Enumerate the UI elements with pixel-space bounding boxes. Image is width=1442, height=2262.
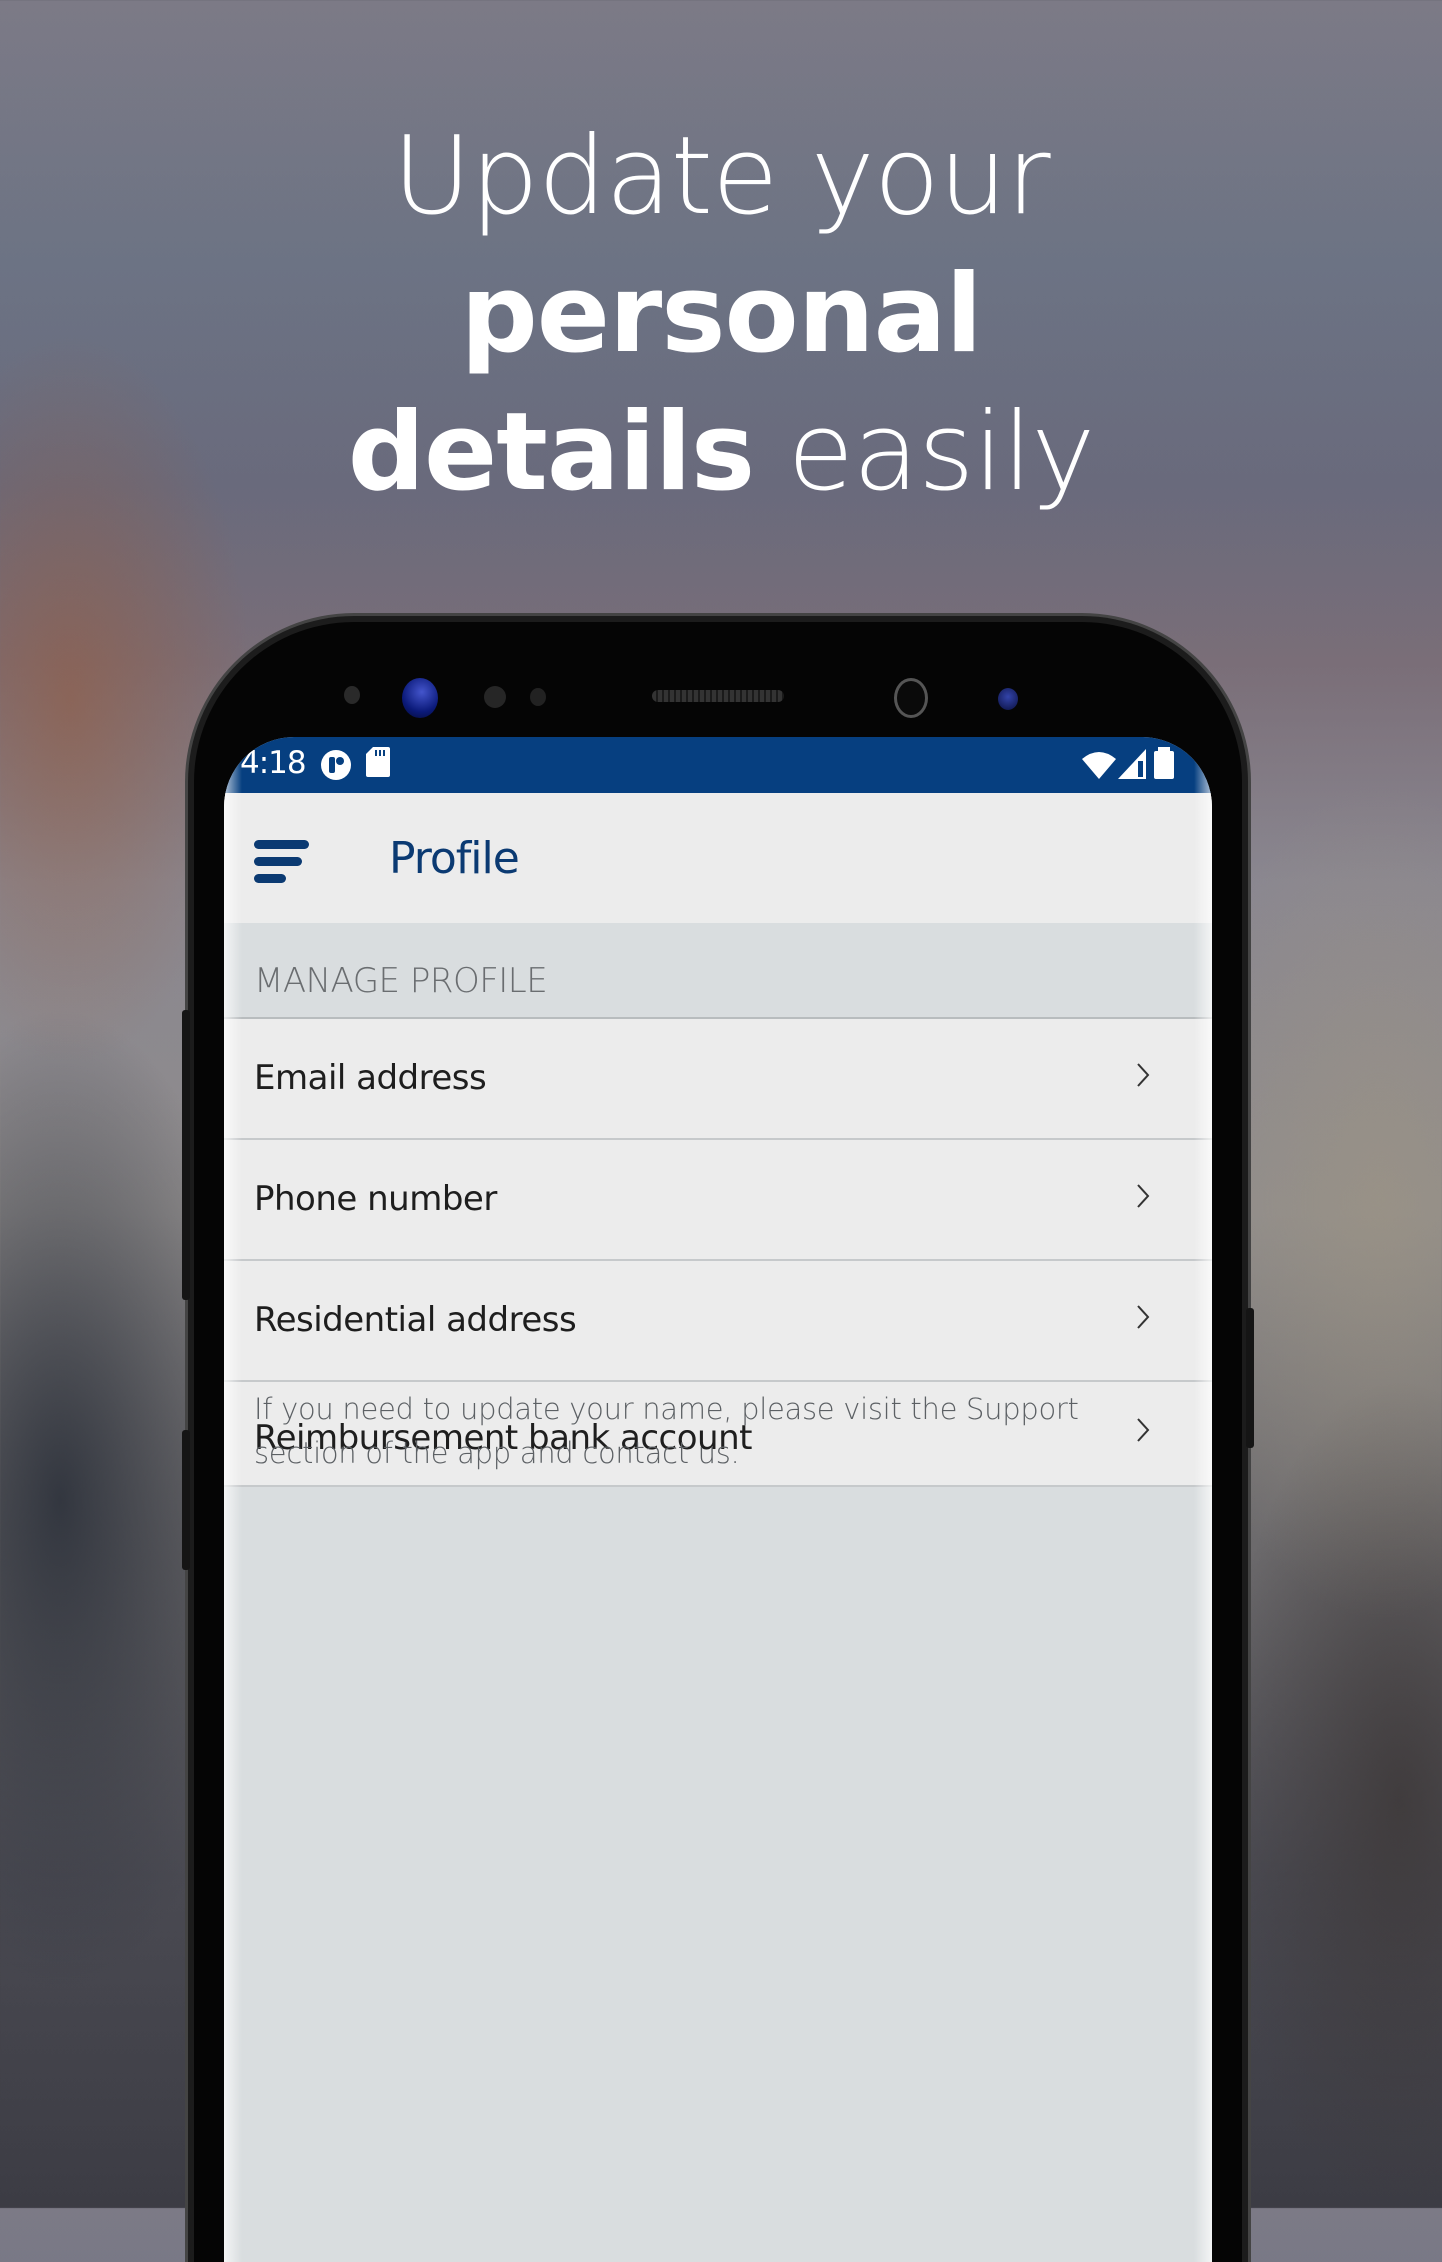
front-camera: [894, 678, 928, 718]
power-button: [1246, 1308, 1254, 1448]
sd-card-icon: [366, 747, 390, 782]
cellular-signal-icon: [1118, 749, 1146, 784]
headline-line-1: Update your: [392, 114, 1050, 239]
list-item-email-address[interactable]: Email address: [224, 1019, 1212, 1140]
iris-led: [998, 688, 1018, 710]
list-item-label: Email address: [254, 1058, 487, 1098]
name-update-note: If you need to update your name, please …: [254, 1392, 1079, 1470]
list-item-phone-number[interactable]: Phone number: [224, 1140, 1212, 1261]
section-header: MANAGE PROFILE: [224, 923, 1212, 1019]
earpiece-speaker: [652, 690, 784, 702]
menu-icon[interactable]: [254, 840, 314, 884]
light-sensor: [484, 686, 506, 708]
headline-line-3: details easily: [347, 390, 1096, 515]
list-item-label: Residential address: [254, 1300, 577, 1340]
app-notification-icon: [320, 749, 352, 786]
status-bar: 4:18: [224, 737, 1212, 793]
status-time: 4:18: [240, 745, 307, 781]
chevron-right-icon: [1136, 1184, 1150, 1208]
headline-line-2: personal: [460, 252, 982, 377]
battery-icon: [1154, 747, 1174, 784]
chevron-right-icon: [1136, 1063, 1150, 1087]
page-title: Profile: [389, 833, 520, 884]
bixby-button: [182, 1430, 190, 1570]
wifi-icon: [1082, 751, 1116, 784]
phone-frame: 4:18 Profile MANAGE PROFILE Email addres…: [182, 622, 1254, 2262]
light-sensor-2: [530, 688, 546, 706]
list-item-label: Phone number: [254, 1179, 497, 1219]
iris-scanner: [402, 678, 438, 718]
volume-button: [182, 1010, 190, 1300]
section-header-label: MANAGE PROFILE: [254, 961, 548, 1001]
chevron-right-icon: [1136, 1305, 1150, 1329]
phone-screen: 4:18 Profile MANAGE PROFILE Email addres…: [224, 737, 1212, 2262]
app-bar: Profile: [224, 793, 1212, 923]
list-item-residential-address[interactable]: Residential address: [224, 1261, 1212, 1382]
phone-bezel: [194, 622, 1242, 742]
promo-headline: Update your personal details easily: [0, 108, 1442, 522]
proximity-sensor: [344, 686, 360, 704]
